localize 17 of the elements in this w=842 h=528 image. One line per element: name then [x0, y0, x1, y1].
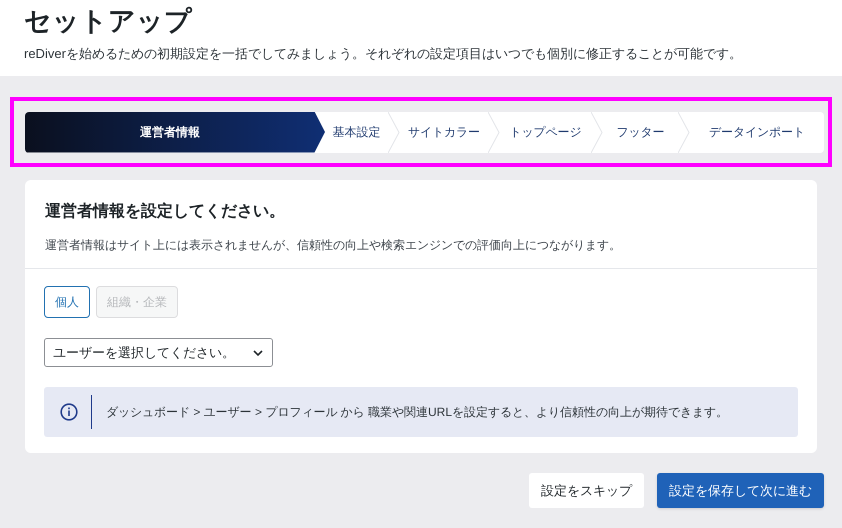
step-tab[interactable]: トップページ — [500, 112, 591, 152]
user-select[interactable]: ユーザーを選択してください。 — [44, 338, 273, 367]
page-title: セットアップ — [24, 5, 194, 38]
step-tab[interactable]: データインポート — [690, 112, 824, 152]
card-title: 運営者情報を設定してください。 — [45, 201, 286, 222]
step-tab[interactable]: フッター — [603, 112, 678, 152]
card-description: 運営者情報はサイト上には表示されませんが、信頼性の向上や検索エンジンでの評価向上につながります。 — [45, 237, 622, 254]
skip-button[interactable]: 設定をスキップ — [529, 473, 644, 508]
save-next-button[interactable]: 設定を保存して次に進む — [657, 473, 824, 508]
select-value: ユーザーを選択してください。 — [53, 344, 235, 362]
type-toggle[interactable]: 個人 — [44, 286, 90, 318]
info-icon — [60, 403, 78, 421]
step-tab[interactable]: サイトカラー — [400, 112, 488, 152]
page-description: reDiverを始めるための初期設定を一括でしてみましょう。それぞれの設定項目はいつでも個別に修正することが可能です。 — [24, 45, 743, 63]
notice-text: ダッシュボード > ユーザー > プロフィール から 職業や関連URLを設定すると、より信頼性の向上が期待できます。 — [106, 404, 728, 421]
step-tab[interactable]: 運営者情報 — [25, 112, 325, 152]
step-tab[interactable]: 基本設定 — [325, 112, 388, 152]
